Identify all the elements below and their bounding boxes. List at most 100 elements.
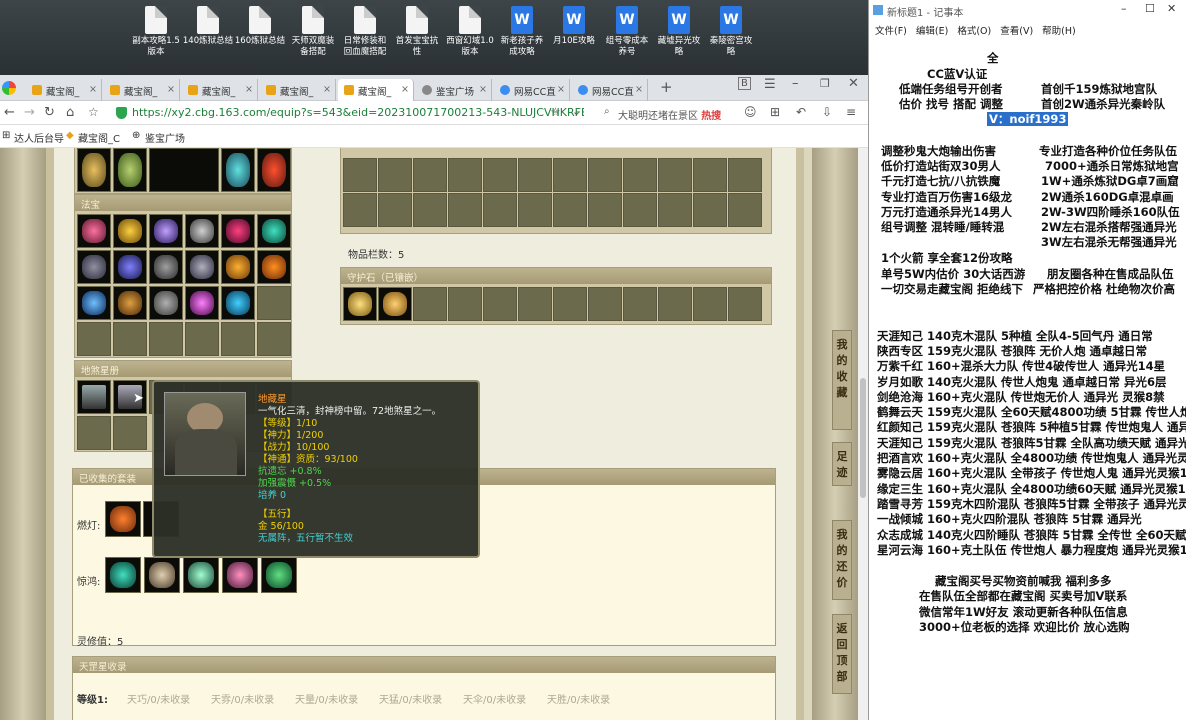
more-menu-icon[interactable]: ≡ <box>846 105 856 119</box>
item-slot[interactable] <box>221 148 255 192</box>
apps-icon[interactable]: ⊞ <box>2 130 10 141</box>
item-slot[interactable] <box>257 148 291 192</box>
desktop-file-icon[interactable]: W 新老孩子养 成攻略 <box>496 6 548 58</box>
desktop-file-icon[interactable]: 首发宝宝抗性 <box>391 6 443 58</box>
item-slot[interactable] <box>113 148 147 192</box>
minimize-icon[interactable]: – <box>792 76 799 91</box>
browser-tab[interactable]: 鉴宝广场 × <box>416 79 492 101</box>
item-slot[interactable] <box>149 148 219 192</box>
notepad-menu[interactable]: 文件(F) 编辑(E) 格式(O) 查看(V) 帮助(H) <box>869 20 1186 38</box>
fabao-slot[interactable] <box>149 286 183 320</box>
maximize-icon[interactable]: ☐ <box>1145 2 1155 15</box>
undo-icon[interactable]: ↶ <box>796 105 806 119</box>
fabao-slot[interactable] <box>257 250 291 284</box>
browser-tab[interactable]: 藏宝阁_ × <box>260 79 336 101</box>
fabao-slot[interactable] <box>257 214 291 248</box>
browser-tab[interactable]: 藏宝阁_ × <box>26 79 102 101</box>
restore-icon[interactable]: ❐ <box>820 77 830 90</box>
fabao-slot[interactable] <box>221 322 255 356</box>
fabao-slot[interactable] <box>221 286 255 320</box>
fabao-slot[interactable] <box>185 286 219 320</box>
footprint-button[interactable]: 足迹 <box>832 442 852 486</box>
fabao-slot[interactable] <box>149 214 183 248</box>
reload-icon[interactable]: ↻ <box>44 105 55 120</box>
set-item[interactable] <box>105 501 141 537</box>
browser-tab[interactable]: 网易CC直 × <box>572 79 648 101</box>
fabao-slot[interactable] <box>149 322 183 356</box>
address-bar[interactable]: https://xy2.cbg.163.com/equip?s=543&eid=… <box>112 104 584 122</box>
bookmark-item[interactable]: 鉴宝广场 <box>145 130 185 145</box>
forward-icon[interactable]: → <box>24 105 35 120</box>
set-item[interactable] <box>105 557 141 593</box>
dihun-slot[interactable] <box>77 380 111 414</box>
bookmark-item[interactable]: 达人后台导 <box>14 130 64 145</box>
fabao-slot[interactable] <box>113 286 147 320</box>
set-item[interactable] <box>144 557 180 593</box>
browser-tab[interactable]: 网易CC直 × <box>494 79 570 101</box>
new-tab-button[interactable]: + <box>660 78 673 96</box>
close-icon[interactable]: × <box>557 84 565 95</box>
fabao-slot[interactable] <box>77 250 111 284</box>
desktop-file-icon[interactable]: W 秦陵密宫攻略 <box>705 6 757 58</box>
guardian-slot[interactable] <box>378 287 412 321</box>
fabao-slot[interactable] <box>185 214 219 248</box>
minimize-icon[interactable]: – <box>1121 2 1127 15</box>
downloads-icon[interactable]: ⇩ <box>822 105 832 119</box>
set-item[interactable] <box>183 557 219 593</box>
desktop-file-icon[interactable]: W 组号零成本 养号 <box>601 6 653 58</box>
my-counteroffer-button[interactable]: 我的还价 <box>832 520 852 600</box>
close-window-icon[interactable]: ✕ <box>848 76 859 91</box>
user-icon[interactable]: ☺ <box>744 105 757 119</box>
browser-tab-active[interactable]: 藏宝阁_ × <box>338 79 414 101</box>
scrollbar-thumb[interactable] <box>860 378 866 498</box>
fabao-slot[interactable] <box>113 214 147 248</box>
desktop-file-icon[interactable]: 140炼狱总结 <box>182 6 234 47</box>
close-icon[interactable]: × <box>479 84 487 95</box>
close-icon[interactable]: × <box>635 84 643 95</box>
close-icon[interactable]: × <box>323 84 331 95</box>
browser-tab[interactable]: 藏宝阁_ × <box>104 79 180 101</box>
desktop-file-icon[interactable]: 日常修装和 回血魔搭配 <box>339 6 391 58</box>
fabao-slot[interactable] <box>149 250 183 284</box>
close-icon[interactable]: × <box>89 84 97 95</box>
page-scrollbar[interactable] <box>858 148 868 720</box>
browser-tab[interactable]: 藏宝阁_ × <box>182 79 258 101</box>
fabao-slot[interactable] <box>77 286 111 320</box>
desktop-file-icon[interactable]: W 月10E攻略 <box>548 6 600 47</box>
browser-logo-icon[interactable] <box>2 81 16 95</box>
fabao-slot[interactable] <box>221 214 255 248</box>
extensions-icon[interactable]: ⊞ <box>770 105 780 119</box>
fabao-slot[interactable] <box>257 286 291 320</box>
guardian-slot[interactable] <box>343 287 377 321</box>
home-icon[interactable]: ⌂ <box>66 105 74 120</box>
fabao-slot[interactable] <box>77 322 111 356</box>
desktop-file-icon[interactable]: 副本攻略1.5 版本 <box>130 6 182 58</box>
menu-icon[interactable]: ☰ <box>764 77 776 92</box>
close-icon[interactable]: × <box>167 84 175 95</box>
fabao-slot[interactable] <box>77 214 111 248</box>
fabao-slot[interactable] <box>185 322 219 356</box>
desktop-file-icon[interactable]: 160炼狱总结 <box>234 6 286 47</box>
close-icon[interactable]: × <box>245 84 253 95</box>
favorite-star-icon[interactable]: ☆ <box>550 105 561 119</box>
fabao-slot[interactable] <box>221 250 255 284</box>
desktop-file-icon[interactable]: W 藏墟异光攻略 <box>653 6 705 58</box>
back-icon[interactable]: ← <box>4 105 15 120</box>
my-favorites-button[interactable]: 我的收藏 <box>832 330 852 430</box>
hot-search-badge[interactable]: 热搜 <box>701 111 721 122</box>
fabao-slot[interactable] <box>185 250 219 284</box>
fabao-slot[interactable] <box>257 322 291 356</box>
dropdown-icon[interactable]: ⌄ <box>572 105 581 118</box>
desktop-file-icon[interactable]: 天师双魔装 备搭配 <box>287 6 339 58</box>
selected-contact-text[interactable]: V：noif1993 <box>987 112 1069 126</box>
fabao-slot[interactable] <box>113 322 147 356</box>
set-item[interactable] <box>261 557 297 593</box>
tab-list-icon[interactable]: B <box>738 77 751 90</box>
item-slot[interactable] <box>77 148 111 192</box>
close-icon[interactable]: × <box>401 84 409 95</box>
dihun-slot[interactable] <box>77 416 111 450</box>
bookmark-star-icon[interactable]: ☆ <box>88 105 99 119</box>
close-window-icon[interactable]: ✕ <box>1167 2 1176 15</box>
dihun-slot[interactable] <box>113 416 147 450</box>
desktop-file-icon[interactable]: 西窗幻域1.0 版本 <box>444 6 496 58</box>
